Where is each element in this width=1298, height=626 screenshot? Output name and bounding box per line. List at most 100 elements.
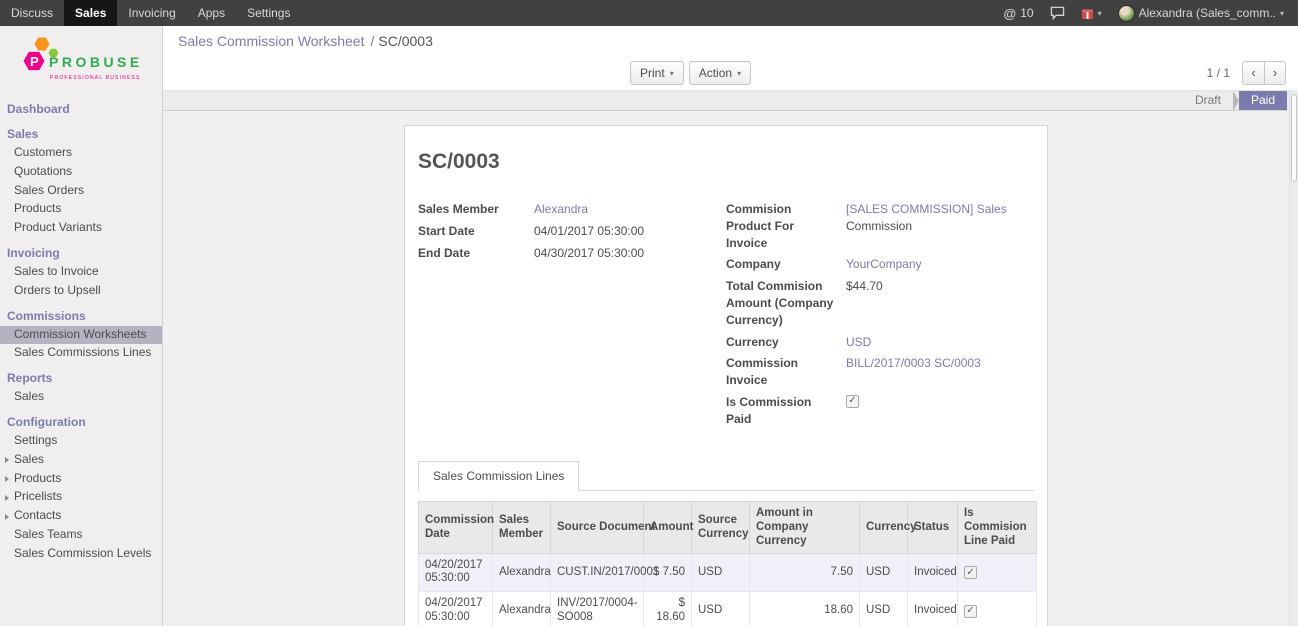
commission-product-link[interactable]: [SALES COMMISSION] Sales [846, 202, 1007, 216]
cell-commission-date: 04/20/2017 05:30:00 [419, 592, 493, 626]
sidebar-item-commission-worksheets[interactable]: Commission Worksheets [0, 326, 162, 345]
field-company: Company YourCompany [726, 256, 1034, 273]
line-paid-checkbox: ✓ [964, 566, 977, 579]
breadcrumb-parent-link[interactable]: Sales Commission Worksheet [178, 33, 364, 49]
column-header-status[interactable]: Status [908, 501, 958, 553]
sidebar-item-customers[interactable]: Customers [0, 144, 162, 163]
menu-apps[interactable]: Apps [187, 0, 236, 26]
sidebar-item-orders-to-upsell[interactable]: Orders to Upsell [0, 282, 162, 301]
sidebar-item-product-variants[interactable]: Product Variants [0, 219, 162, 238]
sidebar-item-sales-to-invoice[interactable]: Sales to Invoice [0, 263, 162, 282]
cell-line-paid: ✓ [958, 592, 1037, 626]
breadcrumb: Sales Commission Worksheet / SC/0003 [163, 26, 1298, 56]
sidebar-item-sales-teams[interactable]: Sales Teams [0, 526, 162, 545]
sidebar-item-reports-sales[interactable]: Sales [0, 388, 162, 407]
column-header-amount-company-currency[interactable]: Amount in Company Currency [750, 501, 860, 553]
activity-menu-button[interactable]: @ 10 [996, 0, 1042, 26]
company-link[interactable]: YourCompany [846, 256, 922, 273]
currency-link[interactable]: USD [846, 334, 871, 351]
field-sales-member: Sales Member Alexandra [418, 201, 726, 218]
field-label: Start Date [418, 223, 534, 240]
sidebar-item-config-products[interactable]: Products [0, 470, 162, 489]
cell-source-document: INV/2017/0004-SO008 [551, 592, 644, 626]
sidebar-item-products[interactable]: Products [0, 200, 162, 219]
sales-member-link[interactable]: Alexandra [534, 201, 588, 218]
user-name: Alexandra (Sales_comm.. [1139, 6, 1276, 20]
sidebar-item-label: Pricelists [14, 489, 62, 503]
menu-sales[interactable]: Sales [64, 0, 117, 26]
chevron-down-icon: ▾ [1098, 9, 1102, 18]
cell-status: Invoiced [908, 553, 958, 592]
status-step-paid[interactable]: Paid [1239, 91, 1287, 110]
sidebar-item-settings[interactable]: Settings [0, 432, 162, 451]
user-menu[interactable]: Alexandra (Sales_comm.. ▾ [1110, 0, 1292, 26]
column-header-sales-member[interactable]: Sales Member [493, 501, 551, 553]
cell-currency: USD [860, 553, 908, 592]
field-label: Sales Member [418, 201, 534, 218]
tab-sales-commission-lines[interactable]: Sales Commission Lines [418, 461, 579, 491]
sidebar-item-config-contacts[interactable]: Contacts [0, 507, 162, 526]
sidebar-item-sales-commission-levels[interactable]: Sales Commission Levels [0, 545, 162, 564]
column-header-commission-date[interactable]: Commission Date [419, 501, 493, 553]
cell-commission-date: 04/20/2017 05:30:00 [419, 553, 493, 592]
pager-next-button[interactable]: › [1264, 61, 1286, 85]
form-view: SC/0003 Sales Member Alexandra Start Dat… [163, 111, 1289, 626]
table-row[interactable]: 04/20/2017 05:30:00 Alexandra CUST.IN/20… [419, 553, 1037, 592]
sidebar-item-sales-commissions-lines[interactable]: Sales Commissions Lines [0, 344, 162, 363]
field-group-right: Commision Product For Invoice [SALES COM… [726, 201, 1034, 433]
commission-lines-table: Commission Date Sales Member Source Docu… [418, 501, 1037, 626]
systray-icon [1081, 7, 1094, 20]
sidebar-item-sales-orders[interactable]: Sales Orders [0, 182, 162, 201]
column-header-currency[interactable]: Currency [860, 501, 908, 553]
cell-amount-company: 18.60 [750, 592, 860, 626]
scrollbar-thumb[interactable] [1291, 94, 1297, 182]
column-header-source-currency[interactable]: Source Currency [692, 501, 750, 553]
field-label: Is Commission Paid [726, 394, 846, 428]
column-header-line-paid[interactable]: Is Commision Line Paid [958, 501, 1037, 553]
pager-counter[interactable]: 1 / 1 [1207, 66, 1230, 80]
cell-sales-member: Alexandra [493, 592, 551, 626]
action-button[interactable]: Action▾ [689, 61, 751, 85]
print-button[interactable]: Print▾ [630, 61, 684, 85]
breadcrumb-separator: / [370, 33, 374, 49]
chevron-down-icon: ▾ [737, 69, 741, 78]
commission-product-rest: Commission [846, 219, 912, 233]
menu-discuss[interactable]: Discuss [0, 0, 64, 26]
sidebar-heading-sales[interactable]: Sales [0, 123, 162, 144]
cell-source-currency: USD [692, 553, 750, 592]
top-navbar: Discuss Sales Invoicing Apps Settings @ … [0, 0, 1298, 26]
field-label: Currency [726, 334, 846, 351]
menu-settings[interactable]: Settings [236, 0, 301, 26]
vertical-scrollbar[interactable] [1289, 90, 1298, 626]
messages-menu-button[interactable] [1042, 0, 1073, 26]
field-label: End Date [418, 245, 534, 262]
chevron-right-icon: › [1273, 65, 1277, 80]
sidebar-heading-invoicing[interactable]: Invoicing [0, 242, 162, 263]
commission-invoice-link[interactable]: BILL/2017/0003 SC/0003 [846, 355, 981, 389]
cell-amount-company: 7.50 [750, 553, 860, 592]
systray: @ 10 ▾ Alexandra (Sales_comm.. ▾ [996, 0, 1298, 26]
sidebar-heading-configuration[interactable]: Configuration [0, 411, 162, 432]
sidebar-item-config-sales[interactable]: Sales [0, 451, 162, 470]
field-currency: Currency USD [726, 334, 1034, 351]
total-commission-value: $44.70 [846, 278, 883, 328]
pager-previous-button[interactable]: ‹ [1242, 61, 1264, 85]
cell-status: Invoiced [908, 592, 958, 626]
support-menu-button[interactable]: ▾ [1073, 0, 1110, 26]
control-panel: Print▾ Action▾ 1 / 1 ‹ › [163, 56, 1298, 90]
menu-invoicing[interactable]: Invoicing [117, 0, 186, 26]
sidebar-item-quotations[interactable]: Quotations [0, 163, 162, 182]
field-label: Commision Product For Invoice [726, 201, 846, 251]
sidebar-heading-reports[interactable]: Reports [0, 367, 162, 388]
sidebar-heading-commissions[interactable]: Commissions [0, 305, 162, 326]
sidebar-item-dashboard[interactable]: Dashboard [0, 98, 162, 119]
cell-currency: USD [860, 592, 908, 626]
column-header-amount[interactable]: Amount [644, 501, 692, 553]
status-step-draft[interactable]: Draft [1183, 91, 1233, 110]
record-title: SC/0003 [418, 150, 1034, 174]
sidebar-item-config-pricelists[interactable]: Pricelists [0, 488, 162, 507]
table-row[interactable]: 04/20/2017 05:30:00 Alexandra INV/2017/0… [419, 592, 1037, 626]
is-commission-paid-checkbox: ✓ [846, 395, 859, 408]
field-label: Company [726, 256, 846, 273]
column-header-source-document[interactable]: Source Document [551, 501, 644, 553]
